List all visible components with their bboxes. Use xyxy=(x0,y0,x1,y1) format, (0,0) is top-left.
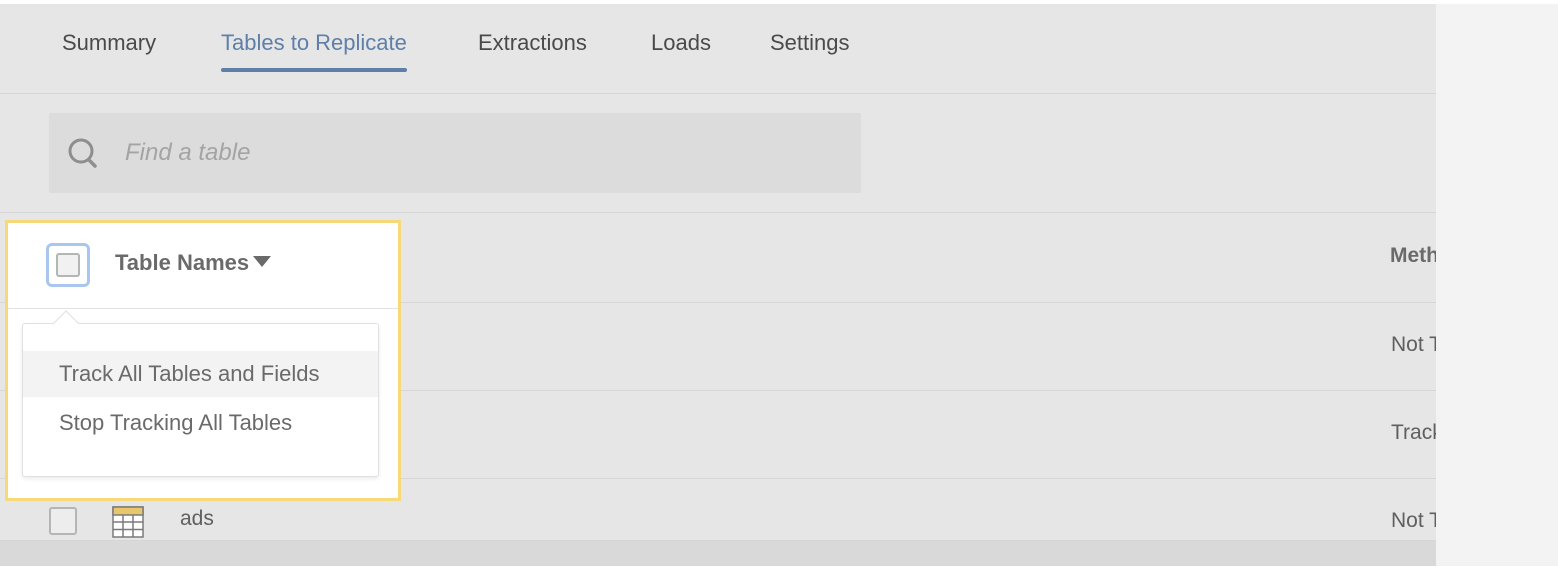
horizontal-scrollbar[interactable] xyxy=(0,541,1436,566)
column-header-table-names[interactable]: Table Names xyxy=(115,250,272,276)
tab-extractions[interactable]: Extractions xyxy=(478,30,587,56)
row-checkbox[interactable] xyxy=(49,507,77,535)
checkbox-box xyxy=(56,253,80,277)
menu-item-track-all[interactable]: Track All Tables and Fields xyxy=(23,351,378,397)
page-gutter xyxy=(1436,4,1558,566)
row-method: Tracked xyxy=(1391,421,1436,444)
column-header-method[interactable]: Method xyxy=(1390,244,1436,268)
search-icon xyxy=(68,138,97,168)
row-table-name[interactable]: ads xyxy=(180,507,214,531)
caret-down-icon xyxy=(253,256,272,267)
search-input[interactable] xyxy=(125,113,825,193)
menu-pointer-arrow xyxy=(53,310,79,336)
tab-loads[interactable]: Loads xyxy=(651,30,711,56)
column-header-label: Table Names xyxy=(115,250,250,275)
table-grid-icon xyxy=(112,506,144,538)
search-box[interactable] xyxy=(49,113,861,193)
tab-bar: Summary Tables to Replicate Extractions … xyxy=(0,4,1436,94)
row-method: Not Tracked xyxy=(1391,333,1436,356)
tab-settings[interactable]: Settings xyxy=(770,30,850,56)
app-window: Summary Tables to Replicate Extractions … xyxy=(0,4,1436,566)
select-all-dropdown-highlight: Table Names Track All Tables and Fields … xyxy=(5,220,401,501)
menu-item-stop-tracking-all[interactable]: Stop Tracking All Tables xyxy=(23,400,378,446)
select-all-checkbox[interactable] xyxy=(46,243,90,287)
tab-summary[interactable]: Summary xyxy=(62,30,156,56)
divider xyxy=(8,308,398,309)
tab-tables-to-replicate[interactable]: Tables to Replicate xyxy=(221,30,407,72)
bulk-tracking-menu: Track All Tables and Fields Stop Trackin… xyxy=(22,310,379,477)
search-row xyxy=(0,95,1436,213)
row-method: Not Tracked xyxy=(1391,509,1436,532)
